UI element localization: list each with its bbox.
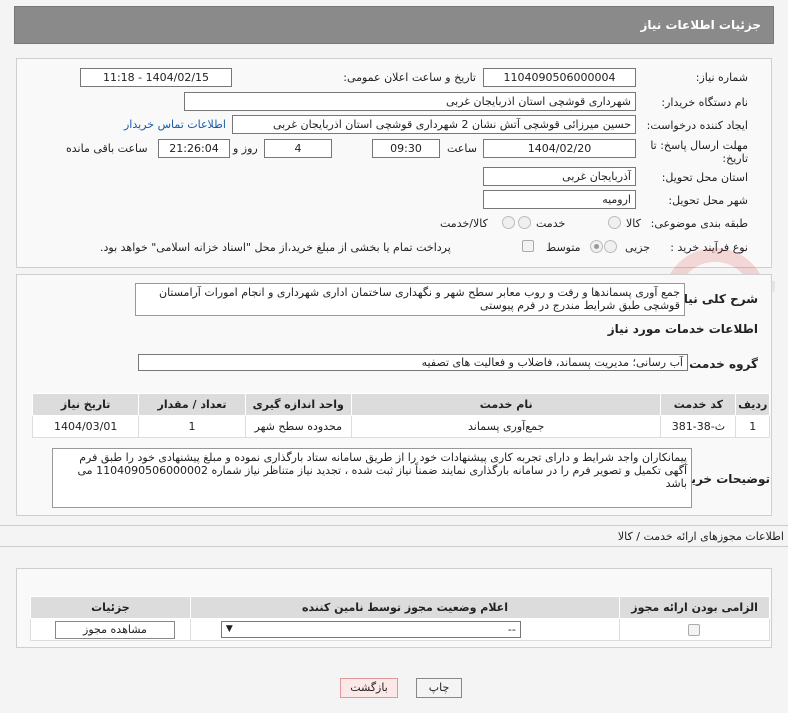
permit-required-checkbox (688, 624, 701, 636)
category-option-service: خدمت (536, 217, 566, 230)
cell-service-code: ث-38-381 (660, 415, 737, 438)
category-radio-goods[interactable] (608, 216, 621, 229)
col-permit-required: الزامی بودن ارائه مجوز (619, 596, 770, 619)
col-need-date: تاریخ نیاز (31, 393, 140, 416)
purchase-radio-minor[interactable] (604, 240, 617, 253)
permit-select-value: -- (507, 623, 516, 636)
contact-buyer-link[interactable]: اطلاعات تماس خریدار (124, 118, 226, 131)
need-info-panel (16, 58, 772, 268)
table-row: -- ▼ مشاهده مجوز (30, 618, 770, 641)
col-permit-details: جزئیات (30, 596, 191, 619)
city-field: ارومیه (483, 190, 636, 209)
time-label: ساعت (447, 142, 477, 155)
page-header: جزئیات اطلاعات نیاز (14, 6, 774, 44)
permits-divider (0, 525, 788, 526)
city-label: شهر محل تحویل: (668, 194, 748, 207)
permits-divider-bottom (0, 546, 788, 547)
permit-details-cell: مشاهده مجوز (30, 618, 191, 641)
service-group-label: گروه خدمت: (684, 357, 758, 371)
purchase-type-label: نوع فرآیند خرید : (670, 241, 748, 254)
days-label: روز و (233, 142, 258, 155)
category-radio-service[interactable] (518, 216, 531, 229)
category-option-both: کالا/خدمت (440, 217, 488, 230)
summary-textarea: جمع آوری پسماندها و رفت و روب معابر سطح … (135, 283, 685, 316)
creator-field: حسین میرزائی قوشچی آتش نشان 2 شهرداری قو… (232, 115, 636, 134)
cell-row: 1 (735, 415, 770, 438)
buyer-notes-textarea: پیمانکاران واجد شرایط و دارای تجربه کاری… (52, 448, 692, 508)
permits-table-header: الزامی بودن ارائه مجوز اعلام وضعیت مجوز … (30, 596, 770, 619)
view-permit-button[interactable]: مشاهده مجوز (55, 621, 175, 639)
cell-need-date: 1404/03/01 (31, 415, 140, 438)
province-field: آذربایجان غربی (483, 167, 636, 186)
back-button[interactable]: بازگشت (340, 678, 398, 698)
cell-unit: محدوده سطح شهر (244, 415, 352, 438)
remaining-time-field: 21:26:04 (158, 139, 230, 158)
page-title: جزئیات اطلاعات نیاز (640, 18, 761, 32)
buyer-org-field: شهرداری قوشچی استان اذربایجان غربی (184, 92, 636, 111)
services-table: ردیف کد خدمت نام خدمت واحد اندازه گیری ت… (31, 393, 770, 438)
table-row: 1 ث-38-381 جمع‌آوری پسماند محدوده سطح شه… (31, 415, 770, 438)
province-label: استان محل تحویل: (661, 171, 748, 184)
announce-field: 1404/02/15 - 11:18 (80, 68, 232, 87)
category-option-goods: کالا (626, 217, 641, 230)
payment-note: پرداخت تمام یا بخشی از مبلغ خرید،از محل … (100, 241, 451, 254)
need-number-label: شماره نیاز: (695, 71, 748, 84)
days-field: 4 (264, 139, 332, 158)
deadline-label: مهلت ارسال پاسخ: تا (650, 139, 748, 152)
cell-service-name: جمع‌آوری پسماند (350, 415, 662, 438)
chevron-down-icon: ▼ (225, 624, 233, 634)
cell-quantity: 1 (138, 415, 246, 438)
services-section-title: اطلاعات خدمات مورد نیاز (607, 322, 758, 336)
purchase-radio-medium[interactable] (590, 240, 603, 253)
col-unit: واحد اندازه گیری (244, 393, 352, 416)
deadline-label-date: تاریخ: (722, 152, 748, 165)
services-table-header: ردیف کد خدمت نام خدمت واحد اندازه گیری ت… (31, 393, 770, 416)
permit-status-select[interactable]: -- ▼ (220, 621, 521, 638)
service-group-field: آب رسانی؛ مدیریت پسماند، فاضلاب و فعالیت… (138, 354, 688, 371)
deadline-time-field: 09:30 (372, 139, 440, 158)
category-radio-both[interactable] (502, 216, 515, 229)
permits-section-title: اطلاعات مجوزهای ارائه خدمت / کالا (617, 530, 784, 543)
purchase-option-medium: متوسط (546, 241, 581, 254)
col-permit-status: اعلام وضعیت مجوز توسط نامین کننده (189, 596, 621, 619)
permit-required-cell (619, 618, 770, 641)
col-service-name: نام خدمت (350, 393, 662, 416)
permit-status-cell: -- ▼ (189, 618, 621, 641)
buyer-org-label: نام دستگاه خریدار: (661, 96, 748, 109)
purchase-option-minor: جزیی (625, 241, 651, 254)
need-number-field: 1104090506000004 (483, 68, 636, 87)
col-service-code: کد خدمت (660, 393, 737, 416)
payment-checkbox[interactable] (522, 240, 534, 252)
permits-table: الزامی بودن ارائه مجوز اعلام وضعیت مجوز … (30, 596, 770, 641)
category-label: طبقه بندی موضوعی: (650, 217, 748, 230)
announce-label: تاریخ و ساعت اعلان عمومی: (343, 71, 476, 84)
deadline-date-field: 1404/02/20 (483, 139, 636, 158)
print-button[interactable]: چاپ (416, 678, 462, 698)
remaining-label: ساعت باقی مانده (66, 142, 148, 155)
creator-label: ایجاد کننده درخواست: (646, 119, 748, 132)
col-row: ردیف (735, 393, 770, 416)
col-quantity: تعداد / مقدار (138, 393, 246, 416)
